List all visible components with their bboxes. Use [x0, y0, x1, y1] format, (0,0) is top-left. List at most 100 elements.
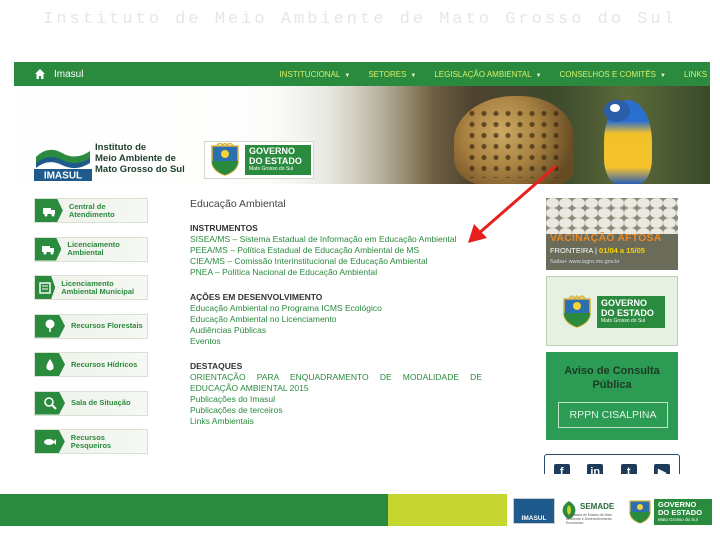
header-banner: IMASUL Instituto de Meio Ambiente de Mat…	[14, 86, 710, 184]
cattle-image	[546, 198, 678, 234]
sidebar-item-label: Licenciamento Ambiental Municipal	[61, 278, 135, 296]
rppn-cisalpina-button[interactable]: RPPN CISALPINA	[558, 402, 668, 428]
aftosa-url: Saiba+ www.iagro.ms.gov.br	[550, 259, 620, 265]
home-label: Imasul	[54, 68, 84, 80]
aftosa-title: VACINAÇÃO AFTOSA	[550, 232, 662, 244]
sidebar-item-recursos-pesqueiros[interactable]: Recursos Pesqueiros	[34, 429, 148, 454]
institute-name: Instituto de Meio Ambiente de Mato Gross…	[95, 142, 185, 175]
gov-line: DO ESTADO	[601, 307, 654, 318]
consultation-title: Aviso de Consulta Pública	[564, 365, 660, 391]
state-shield-icon	[563, 295, 591, 328]
nav-label: LEGISLAÇÃO AMBIENTAL	[434, 69, 532, 79]
footer-lime-block	[388, 494, 507, 526]
nav-item-setores[interactable]: SETORES ▼	[368, 70, 416, 79]
aftosa-prefix: FRONTEIRA |	[550, 246, 600, 255]
twitter-icon[interactable]: t	[620, 464, 637, 474]
gov-line: Mato Grosso do Sul	[601, 318, 646, 324]
link-publicacoes-terceiros[interactable]: Publicações de terceiros	[190, 405, 490, 416]
sidebar: Central de Atendimento Licenciamento Amb…	[34, 198, 148, 468]
nav-item-conselhos[interactable]: CONSELHOS E COMITÊS ▼	[560, 70, 666, 79]
imasul-logo-word: IMASUL	[44, 171, 82, 182]
sidebar-item-central-atendimento[interactable]: Central de Atendimento	[34, 198, 148, 223]
state-shield-icon	[211, 143, 239, 176]
footer-semade-subtitle: Secretaria de Estado de Meio Ambiente e …	[566, 513, 613, 525]
sidebar-item-licenciamento-municipal[interactable]: Licenciamento Ambiental Municipal	[34, 275, 148, 300]
government-logo[interactable]: GOVERNO DO ESTADO Mato Grosso do Sul	[204, 141, 314, 179]
link-audiencias[interactable]: Audiências Públicas	[190, 325, 490, 336]
nav-item-institucional[interactable]: INSTITUCIONAL ▼	[279, 70, 350, 79]
slide-title: Instituto de Meio Ambiente de Mato Gross…	[43, 10, 677, 29]
sidebar-item-label: Licenciamento Ambiental	[67, 240, 120, 257]
link-publicacoes-imasul[interactable]: Publicações do Imasul	[190, 394, 490, 405]
macaw-eye	[610, 104, 620, 112]
sidebar-item-label: Recursos Florestais	[71, 321, 143, 330]
link-links-ambientais[interactable]: Links Ambientais	[190, 416, 490, 427]
facebook-icon[interactable]: f	[553, 464, 570, 474]
nav-item-links[interactable]: LINKS▼	[684, 70, 710, 79]
fish-icon	[35, 430, 65, 453]
magnifier-icon	[35, 391, 65, 415]
caret-down-icon: ▼	[410, 72, 417, 79]
section-heading-instrumentos: INSTRUMENTOS	[190, 223, 258, 233]
nav-label: INSTITUCIONAL	[279, 69, 341, 79]
institute-name-line: Instituto de	[95, 142, 147, 153]
home-icon	[35, 69, 45, 79]
government-text: GOVERNO DO ESTADO Mato Grosso do Sul	[245, 145, 311, 175]
nav-menu: INSTITUCIONAL ▼ SETORES ▼ LEGISLAÇÃO AMBIE…	[279, 70, 710, 79]
nav-label: CONSELHOS E COMITÊS	[559, 69, 656, 79]
link-sisea[interactable]: SISEA/MS – Sistema Estadual de Informaçã…	[190, 234, 490, 245]
government-text: GOVERNO DO ESTADO Mato Grosso do Sul	[597, 296, 665, 328]
footer-government-logo: GOVERNO DO ESTADO Mato Grosso do Sul	[654, 499, 712, 525]
gov-line: DO ESTADO	[249, 155, 302, 166]
sidebar-item-label: Central de Atendimento	[68, 201, 115, 219]
sidebar-item-label: Sala de Situação	[71, 398, 131, 407]
link-eventos[interactable]: Eventos	[190, 336, 490, 347]
truck-icon	[35, 237, 62, 261]
sidebar-item-licenciamento[interactable]: Licenciamento Ambiental	[34, 236, 148, 262]
footer-semade: SEMADE	[580, 502, 615, 511]
public-consultation-banner: Aviso de Consulta Pública RPPN CISALPINA	[546, 352, 678, 440]
imasul-logo[interactable]: IMASUL	[32, 143, 94, 181]
aftosa-date-range: 01/04 a 15/05	[599, 246, 645, 255]
caret-down-icon: ▼	[535, 72, 542, 79]
aftosa-vaccination-banner[interactable]: VACINAÇÃO AFTOSA FRONTEIRA | 01/04 a 15/…	[546, 198, 678, 270]
sidebar-item-recursos-hidricos[interactable]: Recursos Hídricos	[34, 352, 148, 377]
home-link[interactable]: Imasul	[14, 62, 89, 86]
sidebar-item-recursos-florestais[interactable]: Recursos Florestais	[34, 313, 148, 339]
sidebar-item-sala-situacao[interactable]: Sala de Situação	[34, 390, 148, 416]
state-shield-icon	[629, 500, 651, 524]
truck-icon	[35, 199, 63, 222]
sidebar-item-label: Recursos Pesqueiros	[70, 432, 112, 450]
gov-line: DO ESTADO	[658, 508, 703, 517]
water-drop-icon	[35, 353, 65, 376]
government-banner[interactable]: GOVERNO DO ESTADO Mato Grosso do Sul	[546, 276, 678, 346]
website-screenshot: Imasul INSTITUCIONAL ▼ SETORES ▼ LEGISLAÇÃ…	[14, 62, 710, 474]
footer-imasul-text: IMASUL	[521, 515, 547, 522]
link-peea[interactable]: PEEA/MS – Política Estadual de Educação …	[190, 245, 490, 256]
section-heading-destaques: DESTAQUES	[190, 361, 243, 371]
gov-line: Mato Grosso do Sul	[658, 517, 698, 522]
link-ciea[interactable]: CIEA/MS – Comissão Interinstitucional de…	[190, 256, 490, 267]
nav-item-legislacao[interactable]: LEGISLAÇÃO AMBIENTAL ▼	[434, 70, 541, 79]
caret-down-icon: ▼	[660, 72, 666, 79]
link-icms-ecologico[interactable]: Educação Ambiental no Programa ICMS Ecol…	[190, 303, 490, 314]
nav-label: SETORES	[368, 69, 407, 79]
link-pnea[interactable]: PNEA – Política Nacional de Educação Amb…	[190, 267, 490, 278]
linkedin-icon[interactable]: in	[587, 464, 604, 474]
sidebar-item-label: Recursos Hídricos	[71, 359, 138, 369]
jaguar-spots	[466, 108, 562, 178]
institute-name-line: Meio Ambiente de	[95, 153, 176, 164]
tree-icon	[35, 314, 65, 338]
link-orientacao[interactable]: ORIENTAÇÃO PARA ENQUADRAMENTO DE MODALID…	[190, 372, 482, 394]
government-banner-inner: GOVERNO DO ESTADO Mato Grosso do Sul	[561, 293, 667, 331]
page-title: Educação Ambiental	[190, 198, 286, 210]
section-heading-acoes: AÇÕES EM DESENVOLVIMENTO	[190, 292, 323, 302]
youtube-icon[interactable]: ▶	[654, 464, 671, 474]
gov-line: Mato Grosso do Sul	[249, 166, 294, 172]
link-licenciamento[interactable]: Educação Ambiental no Licenciamento	[190, 314, 490, 325]
caret-down-icon: ▼	[344, 72, 351, 79]
social-links: f in t ▶	[544, 454, 680, 474]
document-icon	[35, 276, 56, 299]
